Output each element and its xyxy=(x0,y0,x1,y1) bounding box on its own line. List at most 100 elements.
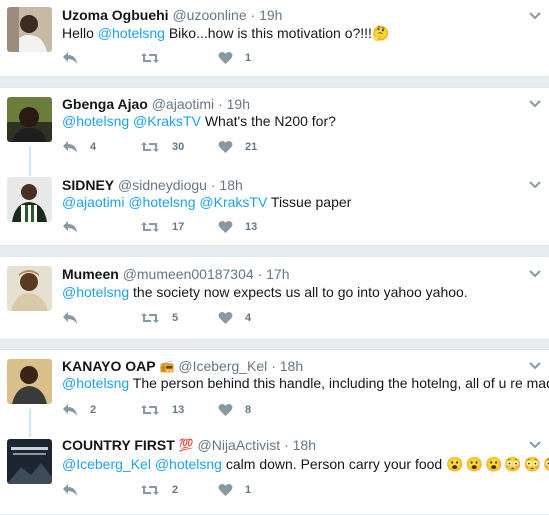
timestamp[interactable]: 18h xyxy=(293,437,316,453)
emoji-icon: 😮 xyxy=(465,456,483,472)
reply-button[interactable] xyxy=(62,483,140,497)
like-count: 1 xyxy=(245,484,252,496)
display-name[interactable]: SIDNEY xyxy=(62,177,114,193)
timestamp[interactable]: 18h xyxy=(219,177,242,193)
reply-button[interactable] xyxy=(62,220,140,234)
retweet-count: 30 xyxy=(172,141,185,153)
timestamp[interactable]: 18h xyxy=(280,358,303,374)
avatar[interactable] xyxy=(7,439,52,484)
retweet-button[interactable]: 2 xyxy=(140,483,218,497)
thread-connector xyxy=(29,146,31,176)
avatar[interactable] xyxy=(7,97,52,142)
retweet-icon xyxy=(140,483,160,497)
emoji-icon: 😮 xyxy=(484,456,503,472)
like-button[interactable]: 1 xyxy=(218,51,298,65)
emoji-icon: 😮 xyxy=(446,456,464,472)
chevron-down-icon[interactable] xyxy=(529,358,541,370)
tweet-text: @hotelsng The person behind this handle,… xyxy=(62,374,549,392)
avatar[interactable] xyxy=(7,266,52,311)
chevron-down-icon[interactable] xyxy=(529,8,541,20)
display-name[interactable]: KANAYO OAP xyxy=(62,358,156,374)
heart-icon xyxy=(218,220,233,234)
mention-link[interactable]: @hotelsng xyxy=(62,113,129,129)
separator-dot: · xyxy=(210,177,216,193)
user-handle[interactable]: @Iceberg_Kel xyxy=(178,358,267,374)
like-button[interactable]: 8 xyxy=(218,403,298,417)
mention-link[interactable]: @Iceberg_Kel xyxy=(62,456,151,472)
mention-link[interactable]: @ajaotimi xyxy=(62,194,124,210)
mention-link[interactable]: @KraksTV xyxy=(133,113,201,129)
user-handle[interactable]: @ajaotimi xyxy=(152,96,214,112)
mention-link[interactable]: @hotelsng xyxy=(62,284,129,300)
retweet-icon xyxy=(140,51,160,65)
tweet-text: @hotelsng @KraksTV What's the N200 for? xyxy=(62,112,542,130)
display-name[interactable]: Mumeen xyxy=(62,266,119,282)
retweet-count: 5 xyxy=(172,312,179,324)
tweet-text: @Iceberg_Kel @hotelsng calm down. Person… xyxy=(62,455,549,473)
tweet-text: @hotelsng the society now expects us all… xyxy=(62,283,542,301)
emoji-icon: 😳 xyxy=(504,456,522,472)
display-name[interactable]: COUNTRY FIRST xyxy=(62,437,175,453)
like-button[interactable]: 21 xyxy=(218,140,298,154)
retweet-icon xyxy=(140,403,160,417)
chevron-down-icon[interactable] xyxy=(529,96,541,108)
mention-link[interactable]: @hotelsng xyxy=(62,375,129,391)
user-handle[interactable]: @sidneydiogu xyxy=(118,177,207,193)
avatar[interactable] xyxy=(7,359,52,404)
user-handle[interactable]: @mumeen00187304 xyxy=(123,266,254,282)
retweet-button[interactable]: 30 xyxy=(140,140,218,154)
reply-button[interactable] xyxy=(62,51,140,65)
tweet-text-segment: What's the N200 for? xyxy=(200,113,336,129)
retweet-button[interactable]: 5 xyxy=(140,311,218,325)
mention-link[interactable]: @KraksTV xyxy=(199,194,267,210)
mention-link[interactable]: @hotelsng xyxy=(98,25,165,41)
mention-link[interactable]: @hotelsng xyxy=(155,456,222,472)
thread-connector xyxy=(29,409,31,437)
retweet-button[interactable] xyxy=(140,51,218,65)
reply-button[interactable] xyxy=(62,311,140,325)
heart-icon xyxy=(218,311,233,325)
emoji-icon: 😳 xyxy=(523,456,542,472)
like-count: 1 xyxy=(245,52,252,64)
like-button[interactable]: 4 xyxy=(218,311,298,325)
display-name[interactable]: Gbenga Ajao xyxy=(62,96,148,112)
reply-icon xyxy=(62,220,78,234)
mention-link[interactable]: @hotelsng xyxy=(128,194,195,210)
like-button[interactable]: 13 xyxy=(218,220,298,234)
user-handle[interactable]: @NijaActivist xyxy=(198,437,281,453)
heart-icon xyxy=(218,403,233,417)
tweet-text-segment: calm down. Person carry your food xyxy=(221,456,447,472)
radio-icon: 📻 xyxy=(159,359,175,373)
retweet-icon xyxy=(140,140,160,154)
display-name[interactable]: Uzoma Ogbuehi xyxy=(62,7,169,23)
timestamp[interactable]: 19h xyxy=(227,96,250,112)
reply-icon xyxy=(62,311,78,325)
reply-icon xyxy=(62,483,78,497)
chevron-down-icon[interactable] xyxy=(529,437,541,449)
retweet-icon xyxy=(140,311,160,325)
reply-button[interactable]: 4 xyxy=(62,140,140,154)
avatar[interactable] xyxy=(7,177,52,222)
retweet-button[interactable]: 13 xyxy=(140,403,218,417)
chevron-down-icon[interactable] xyxy=(529,266,541,278)
separator-dot: · xyxy=(218,96,223,112)
tweet-text: Hello @hotelsng Biko...how is this motiv… xyxy=(62,24,542,42)
like-button[interactable]: 1 xyxy=(218,483,298,497)
reply-icon xyxy=(62,403,78,417)
like-count: 8 xyxy=(245,404,252,416)
reply-count: 2 xyxy=(90,404,97,416)
emoji-row: 😮😮😮😳😳😳 xyxy=(446,456,549,472)
tweet-text-segment: the society now expects us all to go int… xyxy=(129,284,468,300)
reply-button[interactable]: 2 xyxy=(62,403,140,417)
timestamp[interactable]: 19h xyxy=(259,7,282,23)
retweet-button[interactable]: 17 xyxy=(140,220,218,234)
retweet-icon xyxy=(140,220,160,234)
avatar[interactable] xyxy=(7,7,52,52)
retweet-count: 13 xyxy=(172,404,185,416)
separator-dot: · xyxy=(284,437,289,453)
user-handle[interactable]: @uzoonline xyxy=(172,7,246,23)
separator-dot: · xyxy=(271,358,276,374)
chevron-down-icon[interactable] xyxy=(529,177,541,189)
separator-dot: · xyxy=(257,266,263,282)
timestamp[interactable]: 17h xyxy=(266,266,289,282)
